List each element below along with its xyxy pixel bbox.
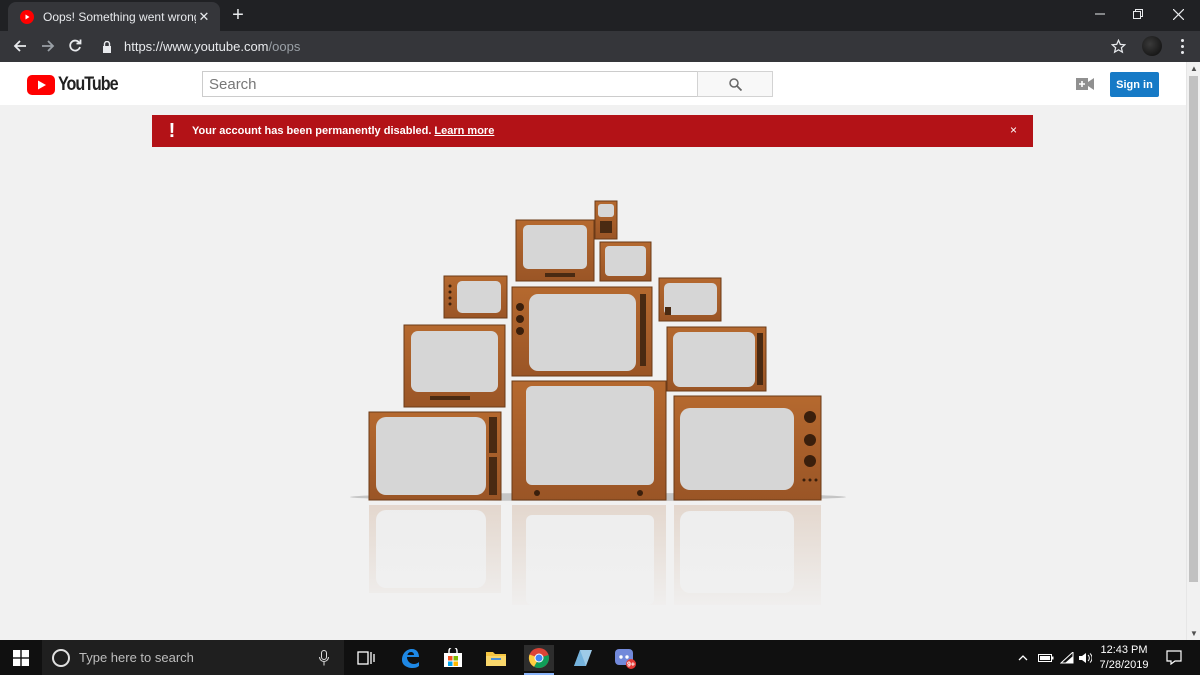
windows-taskbar: Type here to search 9+ 12:43 PM 7/28/201… (0, 640, 1200, 675)
store-icon[interactable] (440, 645, 466, 671)
reflection-fade (340, 501, 860, 615)
sign-in-button[interactable]: Sign in (1110, 72, 1159, 97)
forward-arrow-icon[interactable] (36, 34, 60, 58)
youtube-favicon (19, 9, 35, 25)
profile-avatar[interactable] (1142, 36, 1162, 56)
tv-bottom-right (673, 395, 822, 501)
chrome-menu-icon[interactable] (1172, 36, 1192, 56)
taskbar-search-placeholder: Type here to search (79, 650, 194, 665)
youtube-masthead: YouTube Sign in (0, 62, 1186, 105)
learn-more-link[interactable]: Learn more (434, 125, 494, 137)
youtube-logo[interactable]: YouTube (27, 74, 128, 96)
browser-tab[interactable]: Oops! Something went wrong. - ✕ (8, 2, 220, 31)
taskbar-search-box[interactable]: Type here to search (42, 640, 344, 675)
clock-date: 7/28/2019 (1099, 659, 1149, 671)
edge-icon[interactable] (397, 645, 423, 671)
tv-bottom-center (511, 380, 667, 501)
notification-icon[interactable] (1162, 640, 1186, 675)
tv-left-small (443, 275, 508, 319)
browser-tab-strip: Oops! Something went wrong. - ✕ + (0, 0, 1200, 31)
page-scrollbar[interactable]: ▲ ▼ (1186, 62, 1200, 640)
browser-toolbar: https://www.youtube.com/oops (0, 31, 1200, 62)
tv-center-large (511, 286, 653, 377)
url-host: https://www.youtube.com (124, 39, 269, 54)
address-bar[interactable]: https://www.youtube.com/oops (94, 34, 1134, 59)
battery-icon[interactable] (1036, 640, 1056, 675)
alert-message: Your account has been permanently disabl… (192, 125, 432, 137)
tv-tiny (594, 200, 618, 240)
scrollbar-thumb[interactable] (1189, 76, 1198, 582)
youtube-logo-text: YouTube (58, 74, 119, 95)
wifi-icon[interactable] (1058, 640, 1076, 675)
restore-button[interactable] (1116, 0, 1160, 28)
app-icon[interactable] (569, 645, 595, 671)
tv-left-mid (403, 324, 506, 408)
tv-bottom-left (368, 411, 502, 501)
close-window-button[interactable] (1156, 0, 1200, 28)
youtube-play-icon (27, 75, 55, 95)
tv-stack-illustration (340, 195, 860, 615)
tv-top-left (515, 219, 595, 282)
discord-badge: 9+ (627, 662, 635, 669)
account-disabled-alert: ! Your account has been permanently disa… (152, 115, 1033, 147)
discord-icon[interactable]: 9+ (613, 645, 639, 671)
lock-icon (100, 40, 114, 54)
tab-close-icon[interactable]: ✕ (196, 9, 212, 25)
cortana-icon (52, 648, 70, 667)
tv-right-mid (666, 326, 767, 392)
reload-icon[interactable] (63, 34, 87, 58)
tray-chevron-icon[interactable] (1014, 640, 1032, 675)
search-button[interactable] (697, 71, 773, 97)
alert-exclamation-icon: ! (168, 119, 176, 142)
bookmark-star-icon[interactable] (1108, 36, 1128, 56)
clock-time: 12:43 PM (1100, 644, 1148, 656)
volume-icon[interactable] (1076, 640, 1094, 675)
search-input[interactable] (202, 71, 698, 97)
file-explorer-icon[interactable] (483, 645, 509, 671)
url-path: /oops (268, 39, 301, 54)
scroll-down-arrow-icon[interactable]: ▼ (1190, 629, 1198, 638)
task-view-icon[interactable] (353, 645, 379, 671)
url-text: https://www.youtube.com/oops (124, 39, 300, 54)
tab-title: Oops! Something went wrong. - (43, 9, 196, 24)
windows-start-icon[interactable] (0, 640, 42, 675)
tv-right-small (658, 277, 722, 322)
chrome-icon[interactable] (524, 645, 554, 671)
back-arrow-icon[interactable] (8, 34, 32, 58)
taskbar-clock[interactable]: 12:43 PM 7/28/2019 (1096, 643, 1152, 673)
search-icon (728, 77, 742, 91)
scroll-up-arrow-icon[interactable]: ▲ (1190, 64, 1198, 73)
alert-close-icon[interactable]: × (1010, 123, 1017, 137)
new-tab-button[interactable]: + (228, 4, 248, 26)
microphone-icon[interactable] (314, 648, 334, 668)
video-upload-icon[interactable] (1076, 76, 1094, 92)
tv-stack-svg (340, 200, 860, 615)
tv-small-top (599, 241, 652, 282)
